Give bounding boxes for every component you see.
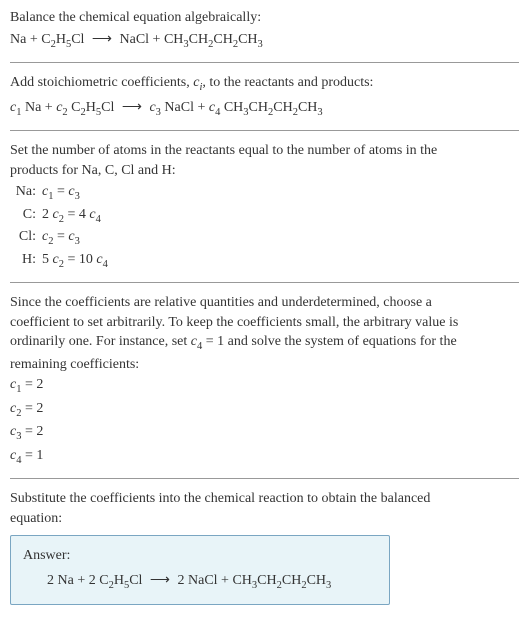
solve-para-4: remaining coefficients: — [10, 355, 519, 375]
arrow-icon: ⟶ — [150, 571, 170, 591]
divider — [10, 478, 519, 479]
stoich-intro: Add stoichiometric coefficients, ci, to … — [10, 73, 519, 95]
final-line-1: Substitute the coefficients into the che… — [10, 489, 519, 509]
list-item: c4 = 1 — [10, 446, 519, 468]
table-row: H: 5 c2 = 10 c4 — [10, 250, 519, 272]
stoich-section: Add stoichiometric coefficients, ci, to … — [10, 73, 519, 120]
solve-section: Since the coefficients are relative quan… — [10, 293, 519, 468]
list-item: c2 = 2 — [10, 399, 519, 421]
final-line-2: equation: — [10, 509, 519, 529]
answer-label: Answer: — [23, 546, 377, 566]
atom-table: Na: c1 = c3 C: 2 c2 = 4 c4 Cl: c2 = c3 H… — [10, 182, 519, 272]
atoms-intro-1: Set the number of atoms in the reactants… — [10, 141, 519, 161]
divider — [10, 62, 519, 63]
table-row: Na: c1 = c3 — [10, 182, 519, 204]
arrow-icon: ⟶ — [122, 98, 142, 118]
list-item: c1 = 2 — [10, 375, 519, 397]
intro-text: Balance the chemical equation algebraica… — [10, 8, 519, 28]
balanced-equation: 2 Na + 2 C2H5Cl ⟶ 2 NaCl + CH3CH2CH2CH3 — [23, 571, 377, 593]
final-section: Substitute the coefficients into the che… — [10, 489, 519, 604]
answer-box: Answer: 2 Na + 2 C2H5Cl ⟶ 2 NaCl + CH3CH… — [10, 535, 390, 605]
table-row: Cl: c2 = c3 — [10, 227, 519, 249]
stoich-equation: c1 Na + c2 C2H5Cl ⟶ c3 NaCl + c4 CH3CH2C… — [10, 98, 519, 120]
solve-para-2: coefficient to set arbitrarily. To keep … — [10, 313, 519, 333]
table-row: C: 2 c2 = 4 c4 — [10, 205, 519, 227]
solve-para-3: ordinarily one. For instance, set c4 = 1… — [10, 332, 519, 354]
unbalanced-equation: Na + C2H5Cl ⟶ NaCl + CH3CH2CH2CH3 — [10, 30, 519, 52]
coefficient-list: c1 = 2 c2 = 2 c3 = 2 c4 = 1 — [10, 375, 519, 468]
solve-para-1: Since the coefficients are relative quan… — [10, 293, 519, 313]
intro-section: Balance the chemical equation algebraica… — [10, 8, 519, 52]
arrow-icon: ⟶ — [92, 30, 112, 50]
atoms-section: Set the number of atoms in the reactants… — [10, 141, 519, 272]
divider — [10, 130, 519, 131]
divider — [10, 282, 519, 283]
list-item: c3 = 2 — [10, 422, 519, 444]
atoms-intro-2: products for Na, C, Cl and H: — [10, 161, 519, 181]
